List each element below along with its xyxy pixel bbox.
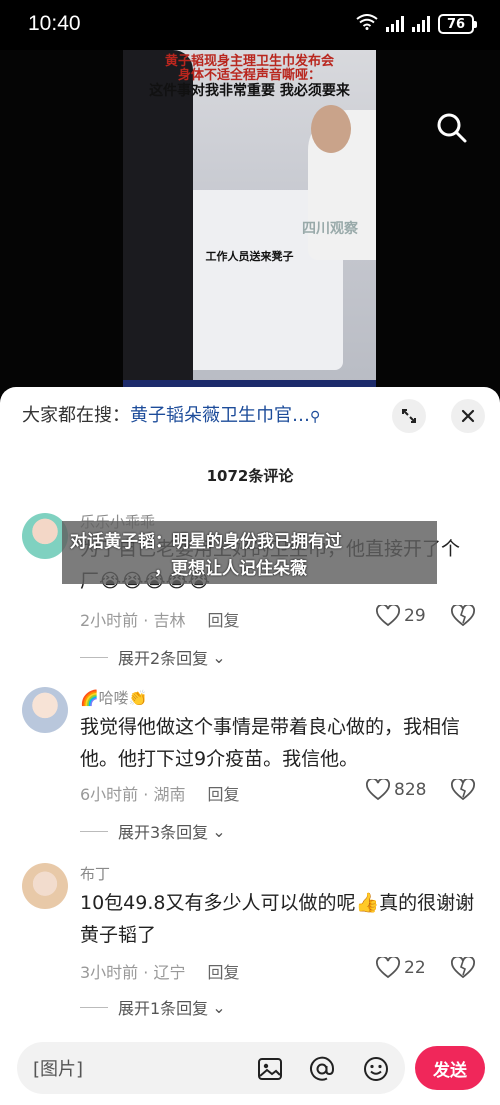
reply-button[interactable]: 回复 xyxy=(207,611,239,630)
battery-level: 76 xyxy=(446,16,466,32)
comment-username[interactable]: 布丁 xyxy=(80,863,110,884)
expand-divider xyxy=(80,1006,108,1008)
comment-username[interactable]: 🌈哈喽👏 xyxy=(80,687,147,708)
comment-meta: 3小时前 · 辽宁 回复 xyxy=(80,963,240,982)
expand-button[interactable] xyxy=(392,399,426,433)
chevron-down-icon: ⌄ xyxy=(212,647,226,667)
like-count: 828 xyxy=(394,780,427,800)
signal-icon xyxy=(386,16,404,32)
chevron-down-icon: ⌄ xyxy=(212,997,226,1017)
mention-icon[interactable] xyxy=(309,1056,335,1082)
emoji-icon[interactable] xyxy=(363,1056,389,1082)
video-person-left xyxy=(123,50,193,388)
broadcaster-logo: 四川观察 xyxy=(302,221,358,237)
like-count: 22 xyxy=(404,958,426,978)
image-icon[interactable] xyxy=(257,1056,283,1082)
avatar[interactable] xyxy=(22,687,68,733)
heart-icon xyxy=(366,779,390,801)
comment-count: 1072条评论 xyxy=(206,467,294,485)
expand-replies[interactable]: 展开1条回复 ⌄ xyxy=(80,995,226,1019)
search-suggestion[interactable]: 大家都在搜：黄子韬朵薇卫生巾官…⚲ xyxy=(22,401,320,427)
heart-icon xyxy=(376,605,400,627)
comment-location: 吉林 xyxy=(153,611,186,630)
video-person-head xyxy=(311,105,351,153)
headline-line-1: 对话黄子韬：明星的身份我已拥有过 xyxy=(70,532,342,552)
close-icon xyxy=(461,409,475,423)
expand-divider xyxy=(80,656,108,658)
like-button[interactable]: 22 xyxy=(376,957,426,979)
wifi-icon xyxy=(356,14,378,34)
suggestion-search-icon: ⚲ xyxy=(310,409,321,425)
headline-line-2: ，更想让人记住朵薇 xyxy=(154,559,307,579)
comment-meta: 6小时前 · 湖南 回复 xyxy=(80,785,240,804)
suggestion-link[interactable]: 黄子韬朵薇卫生巾官… xyxy=(130,405,310,426)
video-caption-mid: 工作人员送来凳子 xyxy=(205,250,294,263)
comment-location: 湖南 xyxy=(153,785,186,804)
expand-icon xyxy=(402,409,416,423)
video-frame: 黄子韬现身主理卫生巾发布会 身体不适全程声音嘶哑： 这件事对我非常重要 我必须要… xyxy=(123,50,376,388)
like-count: 29 xyxy=(404,606,426,626)
comment-time: 2小时前 xyxy=(80,611,139,630)
comment-panel: 大家都在搜：黄子韬朵薇卫生巾官…⚲ 1072条评论 乐乐小乖乖 为了自己老婆用上… xyxy=(0,387,500,1105)
status-bar: 10:40 76 xyxy=(0,0,500,50)
like-button[interactable]: 29 xyxy=(376,605,426,627)
send-button[interactable]: 发送 xyxy=(415,1046,485,1090)
video-caption-main: 这件事对我非常重要 我必须要来 xyxy=(149,83,350,99)
signal-icon-2 xyxy=(412,16,430,32)
expand-replies-label: 展开1条回复 xyxy=(118,999,209,1018)
comment-meta: 2小时前 · 吉林 回复 xyxy=(80,611,240,630)
broken-heart-icon xyxy=(451,777,475,801)
expand-replies[interactable]: 展开2条回复 ⌄ xyxy=(80,645,226,669)
expand-replies-label: 展开3条回复 xyxy=(118,823,209,842)
close-button[interactable] xyxy=(451,399,485,433)
reply-button[interactable]: 回复 xyxy=(207,963,239,982)
suggestion-prefix: 大家都在搜： xyxy=(22,405,130,426)
expand-replies-label: 展开2条回复 xyxy=(118,649,209,668)
comment-time: 6小时前 xyxy=(80,785,139,804)
search-button[interactable] xyxy=(432,108,472,148)
comment-input-placeholder: [图片] xyxy=(33,1059,84,1080)
broken-heart-icon xyxy=(451,603,475,627)
dislike-button[interactable] xyxy=(451,603,475,631)
dislike-button[interactable] xyxy=(451,955,475,983)
search-icon xyxy=(437,113,467,143)
comment-location: 辽宁 xyxy=(153,963,186,982)
status-time: 10:40 xyxy=(28,12,81,35)
comment-input[interactable]: [图片] xyxy=(17,1042,405,1094)
battery-icon: 76 xyxy=(438,14,477,34)
heart-icon xyxy=(376,957,400,979)
headline-banner: 对话黄子韬：明星的身份我已拥有过 ，更想让人记住朵薇 xyxy=(62,521,437,584)
broken-heart-icon xyxy=(451,955,475,979)
avatar[interactable] xyxy=(22,863,68,909)
status-icons: 76 xyxy=(356,14,477,34)
comment-input-bar: [图片] 发送 xyxy=(0,1032,500,1105)
reply-button[interactable]: 回复 xyxy=(207,785,239,804)
video-player[interactable]: 黄子韬现身主理卫生巾发布会 身体不适全程声音嘶哑： 这件事对我非常重要 我必须要… xyxy=(0,50,500,395)
like-button[interactable]: 828 xyxy=(366,779,426,801)
chevron-down-icon: ⌄ xyxy=(212,821,226,841)
comment-text: 我觉得他做这个事情是带着良心做的，我相信他。他打下过9介疫苗。我信他。 xyxy=(80,716,461,770)
comment-time: 3小时前 xyxy=(80,963,139,982)
expand-divider xyxy=(80,830,108,832)
dislike-button[interactable] xyxy=(451,777,475,805)
comment-text: 10包49.8又有多少人可以做的呢👍真的很谢谢黄子韬了 xyxy=(80,892,475,946)
expand-replies[interactable]: 展开3条回复 ⌄ xyxy=(80,819,226,843)
